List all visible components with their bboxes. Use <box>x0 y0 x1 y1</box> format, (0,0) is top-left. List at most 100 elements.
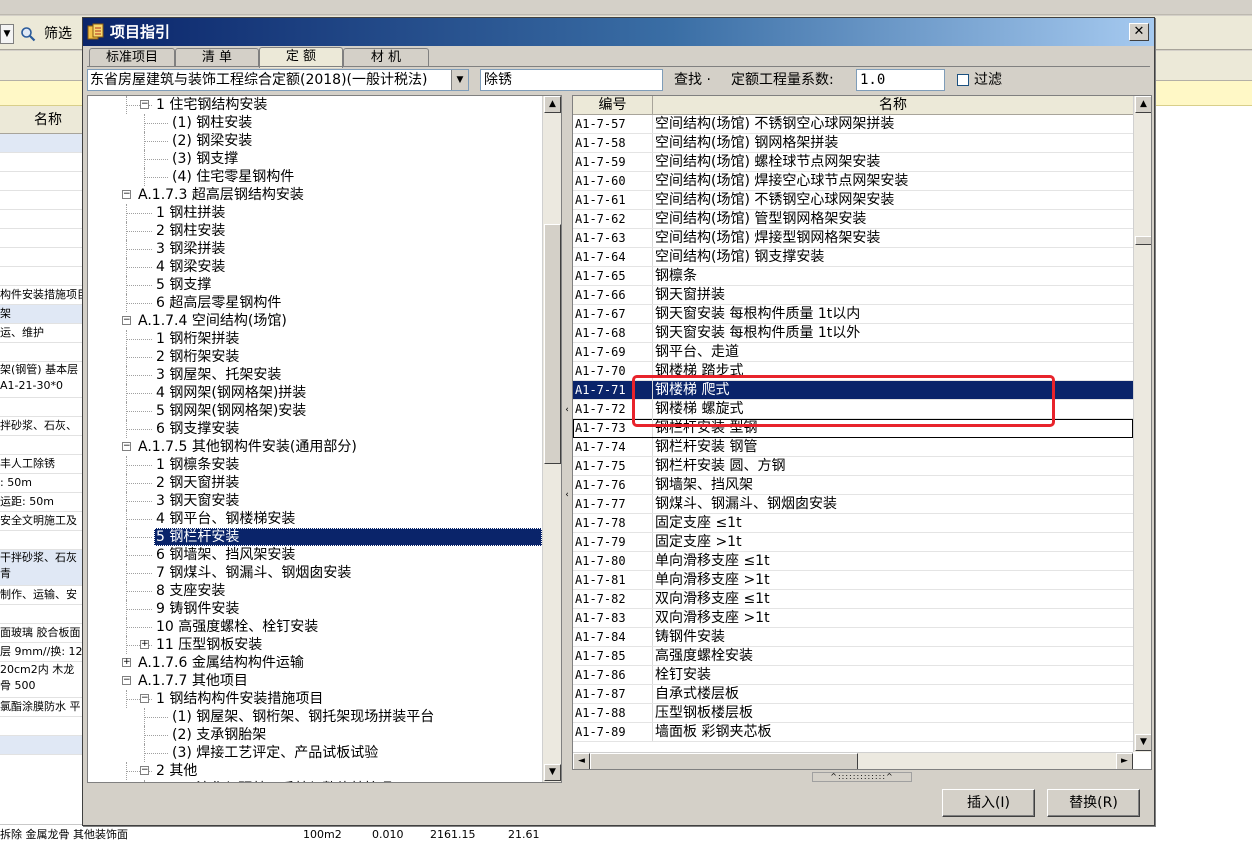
tree-node-label[interactable]: (1) 钢柱安装 <box>170 114 254 132</box>
scroll-up-icon[interactable]: ▲ <box>1135 96 1151 113</box>
background-row[interactable]: 干拌砂浆、石灰 青 <box>0 550 82 586</box>
tree-node[interactable]: − A.1.7.3 超高层钢结构安装 <box>88 186 542 204</box>
tree-scrollbar[interactable]: ▲ ▼ <box>542 96 561 782</box>
quota-row[interactable]: A1-7-63 空间结构(场馆) 焊接型钢网格架安装 <box>573 229 1133 248</box>
collapse-left-icon[interactable]: ‹ <box>563 405 571 415</box>
tree-node[interactable]: − A.1.7.5 其他钢构件安装(通用部分) <box>88 438 542 456</box>
tree-node-label[interactable]: 2 其他 <box>154 762 199 780</box>
background-row[interactable]: 丰人工除锈 <box>0 455 82 474</box>
background-row[interactable]: 架 <box>0 305 82 324</box>
tree-node-label[interactable]: 2 钢柱安装 <box>154 222 227 240</box>
insert-button[interactable]: 插入(I) <box>942 789 1035 817</box>
quota-row[interactable]: A1-7-72 钢楼梯 螺旋式 <box>573 400 1133 419</box>
expand-icon[interactable]: + <box>122 658 131 667</box>
tree-node-label[interactable]: (4) 住宅零星钢构件 <box>170 168 296 186</box>
tree-node[interactable]: −1 住宅钢结构安装 <box>88 96 542 114</box>
background-row[interactable]: 安全文明施工及 <box>0 512 82 531</box>
tab-standard-items[interactable]: 标准项目 <box>89 48 175 67</box>
find-button[interactable]: 查找 · <box>674 69 711 91</box>
tab-bill[interactable]: 清 单 <box>175 48 259 67</box>
grid-scroll-thumb[interactable] <box>1135 236 1151 245</box>
background-row[interactable] <box>0 229 82 248</box>
quota-row[interactable]: A1-7-60 空间结构(场馆) 焊接空心球节点网架安装 <box>573 172 1133 191</box>
filter-checkbox-label[interactable]: 过滤 <box>974 69 1002 91</box>
tree-node-label[interactable]: 2 钢桁架安装 <box>154 348 241 366</box>
collapse-icon[interactable]: − <box>140 766 149 775</box>
quota-row[interactable]: A1-7-75 钢栏杆安装 圆、方钢 <box>573 457 1133 476</box>
background-row[interactable]: 制作、运输、安 <box>0 586 82 605</box>
tree-node[interactable]: 1 钢桁架拼装 <box>88 330 542 348</box>
tree-node[interactable]: 5 钢支撑 <box>88 276 542 294</box>
tree-node[interactable]: 4 钢梁安装 <box>88 258 542 276</box>
background-row[interactable] <box>0 191 82 210</box>
tree-node[interactable]: 5 钢网架(钢网格架)安装 <box>88 402 542 420</box>
quota-row[interactable]: A1-7-59 空间结构(场馆) 螺栓球节点网架安装 <box>573 153 1133 172</box>
column-header-name[interactable]: 名称 <box>653 96 1133 114</box>
quota-row[interactable]: A1-7-87 自承式楼层板 <box>573 685 1133 704</box>
tree-node-label[interactable]: 6 钢支撑安装 <box>154 420 241 438</box>
tree-node-label[interactable]: A.1.7.4 空间结构(场馆) <box>136 312 289 330</box>
quota-row[interactable]: A1-7-78 固定支座 ≤1t <box>573 514 1133 533</box>
tree-node[interactable]: 10 高强度螺栓、栓钉安装 <box>88 618 542 636</box>
quota-row[interactable]: A1-7-64 空间结构(场馆) 钢支撑安装 <box>573 248 1133 267</box>
filter-label[interactable]: 筛选 <box>44 24 72 44</box>
tree-node[interactable]: (2) 支承钢胎架 <box>88 726 542 744</box>
chevron-down-icon[interactable]: ▼ <box>451 70 468 90</box>
replace-button[interactable]: 替换(R) <box>1047 789 1140 817</box>
background-row[interactable]: 架(钢管) 基本层 A1-21-30*0 <box>0 362 82 398</box>
background-row[interactable]: 运、维护 <box>0 324 82 343</box>
quota-row[interactable]: A1-7-80 单向滑移支座 ≤1t <box>573 552 1133 571</box>
tree-node-label[interactable]: 4 钢梁安装 <box>154 258 227 276</box>
quota-row[interactable]: A1-7-69 钢平台、走道 <box>573 343 1133 362</box>
background-row[interactable] <box>0 210 82 229</box>
tree-node[interactable]: −1 钢结构构件安装措施项目 <box>88 690 542 708</box>
tree-node[interactable]: 4 钢平台、钢楼梯安装 <box>88 510 542 528</box>
tree-node-label[interactable]: 5 钢栏杆安装 <box>154 528 542 546</box>
grid-scrollbar[interactable]: ▲ ▼ <box>1133 96 1151 752</box>
tree-node-label[interactable]: 9 铸钢件安装 <box>154 600 241 618</box>
quota-row[interactable]: A1-7-65 钢檩条 <box>573 267 1133 286</box>
tree-node[interactable]: 1 钢檩条安装 <box>88 456 542 474</box>
tree-node[interactable]: 8 支座安装 <box>88 582 542 600</box>
tree-node-label[interactable]: 1 钢柱拼装 <box>154 204 227 222</box>
pane-splitter[interactable]: ‹ ‹ <box>563 95 571 783</box>
quota-row[interactable]: A1-7-74 钢栏杆安装 钢管 <box>573 438 1133 457</box>
quota-row[interactable]: A1-7-58 空间结构(场馆) 钢网格架拼装 <box>573 134 1133 153</box>
quota-row[interactable]: A1-7-71 钢楼梯 爬式 <box>573 381 1133 400</box>
tree-node[interactable]: (1) 钢屋架、钢桁架、钢托架现场拼装平台 <box>88 708 542 726</box>
background-row[interactable]: 拌砂浆、石灰、 <box>0 417 82 436</box>
quota-row[interactable]: A1-7-70 钢楼梯 踏步式 <box>573 362 1133 381</box>
tab-quota[interactable]: 定 额 <box>259 47 343 68</box>
dialog-titlebar[interactable]: 项目指引 ✕ <box>83 18 1154 46</box>
scroll-up-icon[interactable]: ▲ <box>544 96 561 113</box>
quota-row[interactable]: A1-7-62 空间结构(场馆) 管型钢网格架安装 <box>573 210 1133 229</box>
background-row[interactable]: : 50m <box>0 474 82 493</box>
tree-node-label[interactable]: 7 钢煤斗、钢漏斗、钢烟囱安装 <box>154 564 353 582</box>
background-row[interactable] <box>0 736 82 755</box>
tree-node-label[interactable]: 6 超高层零星钢构件 <box>154 294 283 312</box>
collapse-icon[interactable]: − <box>122 316 131 325</box>
tree-node-label[interactable]: 1 住宅钢结构安装 <box>154 96 269 114</box>
background-row[interactable]: 氯酯涂膜防水 平 <box>0 698 82 717</box>
quota-row[interactable]: A1-7-66 钢天窗拼装 <box>573 286 1133 305</box>
background-row[interactable] <box>0 436 82 455</box>
background-row[interactable]: 构件安装措施项目 <box>0 286 82 305</box>
close-button[interactable]: ✕ <box>1129 23 1149 41</box>
tree-node[interactable]: 5 钢栏杆安装 <box>88 528 542 546</box>
quota-row[interactable]: A1-7-68 钢天窗安装 每根构件质量 1t以外 <box>573 324 1133 343</box>
scroll-right-icon[interactable]: ► <box>1116 753 1133 769</box>
collapse-right-icon[interactable]: ‹ <box>563 490 571 500</box>
tree-node[interactable]: 9 铸钢件安装 <box>88 600 542 618</box>
tree-node-label[interactable]: (3) 焊接工艺评定、产品试板试验 <box>170 744 380 762</box>
quota-row[interactable]: A1-7-67 钢天窗安装 每根构件质量 1t以内 <box>573 305 1133 324</box>
bottom-splitter-grip[interactable]: ^:::::::::::::^ <box>812 772 912 782</box>
quota-row[interactable]: A1-7-84 铸钢件安装 <box>573 628 1133 647</box>
background-row[interactable]: 20cm2内 木龙骨 500 <box>0 662 82 698</box>
collapse-icon[interactable]: − <box>122 676 131 685</box>
tree-node[interactable]: 3 钢梁拼装 <box>88 240 542 258</box>
tree-node-label[interactable]: 10 高强度螺栓、栓钉安装 <box>154 618 320 636</box>
quota-row[interactable]: A1-7-57 空间结构(场馆) 不锈钢空心球网架拼装 <box>573 115 1133 134</box>
background-row[interactable] <box>0 398 82 417</box>
collapse-icon[interactable]: − <box>140 100 149 109</box>
scroll-down-icon[interactable]: ▼ <box>544 764 561 781</box>
